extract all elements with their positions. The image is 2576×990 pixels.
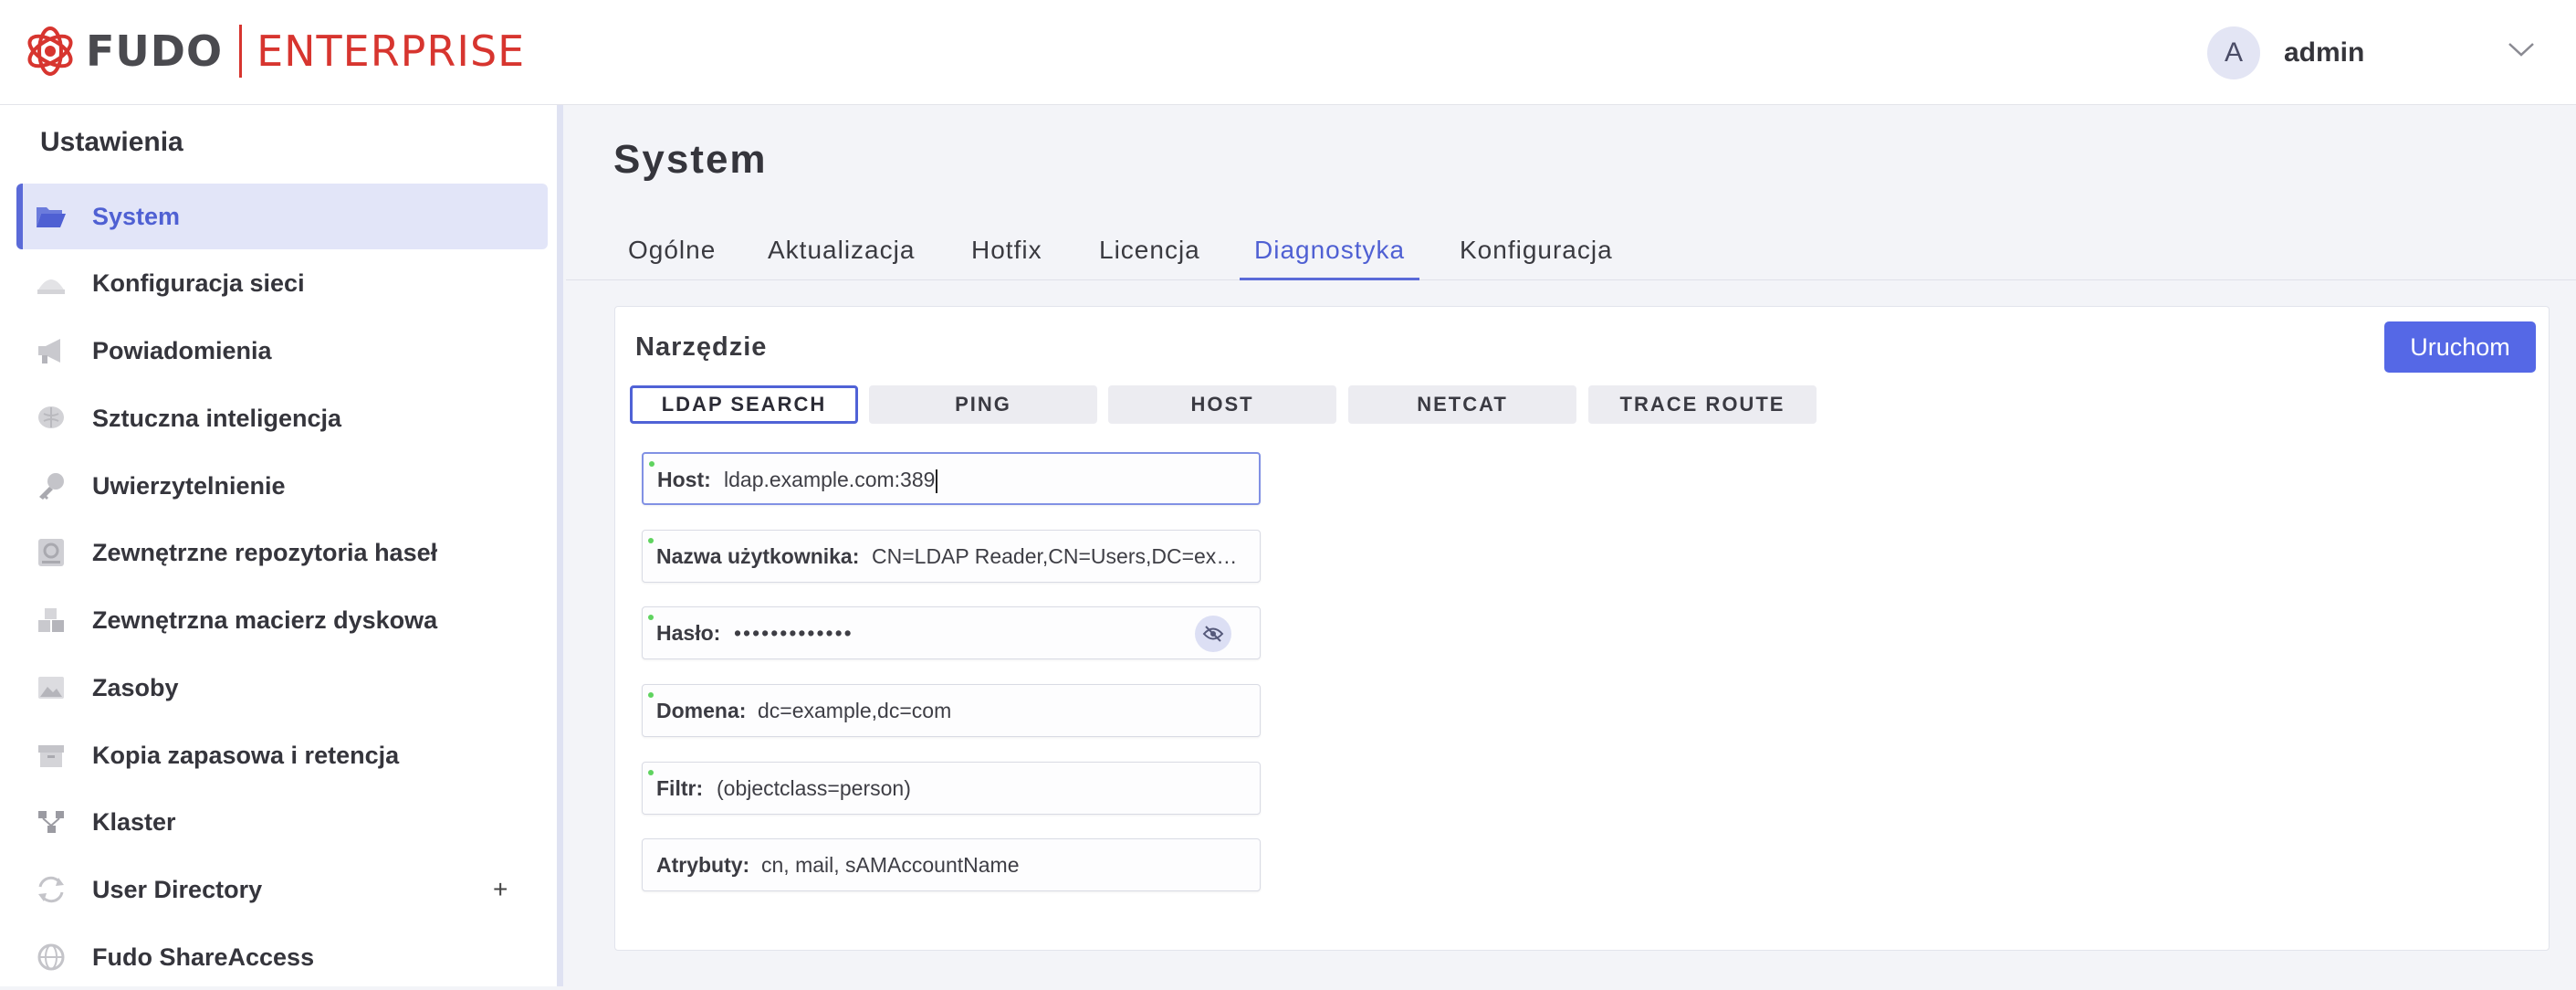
tool-trace-route-button[interactable]: TRACE ROUTE (1588, 385, 1817, 424)
cluster-icon (35, 806, 68, 837)
username-field[interactable]: Nazwa użytkownika: CN=LDAP Reader,CN=Use… (642, 530, 1261, 583)
sidebar-item-external-storage[interactable]: Zewnętrzna macierz dyskowa (16, 587, 548, 653)
filter-field[interactable]: Filtr: (objectclass=person) (642, 762, 1261, 815)
eye-slash-icon (1202, 626, 1224, 642)
username[interactable]: admin (2284, 37, 2364, 68)
diagnostic-tool-card: Narzędzie Uruchom LDAP SEARCH PING HOST … (614, 306, 2550, 951)
tool-ping-button[interactable]: PING (869, 385, 1097, 424)
valid-indicator (648, 770, 654, 775)
system-tabs: Ogólne Aktualizacja Hotfix Licencja Diag… (566, 228, 2576, 280)
valid-indicator (648, 692, 654, 698)
tab-update[interactable]: Aktualizacja (768, 236, 915, 278)
share-icon (35, 942, 68, 973)
archive-box-icon (35, 740, 68, 771)
username-label: Nazwa użytkownika: (656, 544, 860, 568)
sidebar-item-label: Fudo ShareAccess (92, 943, 315, 971)
sidebar-item-label: User Directory (92, 875, 263, 903)
tab-license[interactable]: Licencja (1099, 236, 1200, 278)
tab-general[interactable]: Ogólne (628, 236, 716, 278)
sidebar-item-network[interactable]: Konfiguracja sieci (16, 250, 548, 316)
sidebar-item-label: System (92, 202, 181, 230)
valid-indicator (648, 538, 654, 543)
valid-indicator (648, 615, 654, 620)
sidebar-title: Ustawienia (40, 127, 183, 157)
sidebar-item-notifications[interactable]: Powiadomienia (16, 318, 548, 384)
avatar[interactable]: A (2207, 26, 2260, 79)
username-input[interactable]: CN=LDAP Reader,CN=Users,DC=example,DC=co… (872, 544, 1246, 569)
host-field[interactable]: Host: ldap.example.com:389 (642, 452, 1261, 505)
password-label: Hasło: (656, 621, 721, 645)
expand-plus-icon[interactable]: + (493, 875, 508, 904)
valid-indicator (649, 461, 654, 467)
megaphone-icon (35, 335, 68, 366)
tab-diagnostics[interactable]: Diagnostyka (1240, 236, 1420, 280)
host-label: Host: (657, 468, 711, 491)
password-field[interactable]: Hasło: ••••••••••••• (642, 606, 1261, 659)
sidebar-item-label: Kopia zapasowa i retencja (92, 741, 400, 769)
vault-icon (35, 537, 68, 568)
sidebar-item-shareaccess[interactable]: Fudo ShareAccess (16, 924, 548, 990)
fudo-logo-mark-icon (27, 26, 73, 76)
sidebar-item-label: Sztuczna inteligencja (92, 404, 342, 432)
tool-host-button[interactable]: HOST (1108, 385, 1336, 424)
toggle-password-visibility-button[interactable] (1195, 616, 1231, 652)
attributes-label: Atrybuty: (656, 853, 750, 877)
sidebar-item-ai[interactable]: Sztuczna inteligencja (16, 385, 548, 451)
sidebar-item-label: Klaster (92, 807, 176, 836)
image-icon (35, 672, 68, 703)
sidebar-item-label: Powiadomienia (92, 336, 272, 364)
sidebar-item-label: Zasoby (92, 673, 179, 701)
sidebar-item-password-vaults[interactable]: Zewnętrzne repozytoria haseł (16, 520, 548, 585)
sidebar-item-resources[interactable]: Zasoby (16, 655, 548, 721)
domain-label: Domena: (656, 699, 747, 722)
user-menu[interactable]: A admin (2207, 26, 2364, 80)
chevron-down-icon[interactable] (2507, 40, 2536, 58)
attributes-field[interactable]: Atrybuty: cn, mail, sAMAccountName (642, 838, 1261, 891)
host-value: ldap.example.com:389 (724, 468, 936, 491)
tool-ldap-search-button[interactable]: LDAP SEARCH (630, 385, 858, 424)
brain-icon (35, 403, 68, 434)
text-cursor (936, 469, 938, 493)
sidebar-item-label: Zewnętrzna macierz dyskowa (92, 606, 438, 634)
logo-divider (239, 25, 243, 78)
run-button[interactable]: Uruchom (2384, 321, 2536, 373)
attributes-input[interactable]: cn, mail, sAMAccountName (761, 853, 1245, 878)
logo-product-text: ENTERPRISE (257, 26, 526, 76)
sidebar-item-authentication[interactable]: Uwierzytelnienie (16, 453, 548, 519)
top-header: FUDO ENTERPRISE A admin (0, 0, 2576, 105)
password-input[interactable]: ••••••••••••• (734, 621, 1172, 646)
tab-configuration[interactable]: Konfiguracja (1460, 236, 1613, 278)
logo-brand-text: FUDO (86, 26, 224, 76)
sidebar-item-label: Uwierzytelnienie (92, 471, 286, 500)
sidebar-item-system[interactable]: System (16, 184, 548, 249)
domain-input[interactable]: dc=example,dc=com (758, 699, 1241, 723)
settings-sidebar: Ustawienia System Konfiguracja sieci Pow… (0, 105, 563, 986)
boxes-icon (35, 605, 68, 636)
network-icon (35, 268, 68, 299)
filter-input[interactable]: (objectclass=person) (717, 776, 1237, 801)
folder-open-icon (35, 201, 68, 232)
sidebar-item-label: Zewnętrzne repozytoria haseł (92, 538, 438, 566)
tab-hotfix[interactable]: Hotfix (971, 236, 1042, 278)
sidebar-item-user-directory[interactable]: User Directory + (16, 857, 548, 922)
tool-netcat-button[interactable]: NETCAT (1348, 385, 1576, 424)
tool-title: Narzędzie (635, 332, 768, 362)
page-title: System (613, 137, 768, 182)
key-icon (35, 470, 68, 501)
sidebar-item-backup[interactable]: Kopia zapasowa i retencja (16, 722, 548, 788)
fudo-logo[interactable]: FUDO ENTERPRISE (24, 22, 525, 80)
filter-label: Filtr: (656, 776, 704, 800)
host-input[interactable]: ldap.example.com:389 (724, 468, 1235, 493)
sidebar-item-label: Konfiguracja sieci (92, 269, 305, 297)
domain-field[interactable]: Domena: dc=example,dc=com (642, 684, 1261, 737)
sidebar-item-cluster[interactable]: Klaster (16, 789, 548, 855)
sync-icon (35, 874, 68, 905)
